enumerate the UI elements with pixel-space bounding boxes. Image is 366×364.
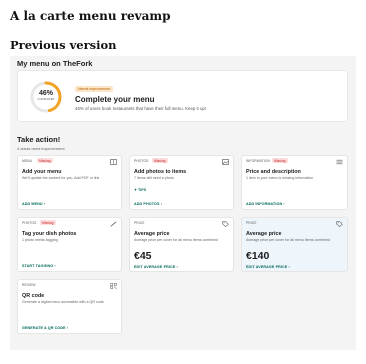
page-title: A la carte menu revamp [10,9,171,23]
gauge-label: COMPLETED [37,98,55,101]
completion-gauge: 46% COMPLETED [29,80,63,114]
complete-menu-card: 46% COMPLETED Needs improvement Complete… [17,70,348,122]
average-price-value: €45 [134,250,152,262]
action-card-information: INFORMATION Missing Price and descriptio… [241,155,348,210]
complete-menu-title: Complete your menu [75,95,155,104]
complete-menu-description: 45% of users book restaurants that have … [75,106,207,111]
link-label: ADD PHOTOS [134,202,160,206]
chevron-right-icon: › [288,265,290,269]
missing-badge: Missing [40,220,56,225]
gauge-ring [30,81,62,113]
action-card-qr-code: REVIEW QR code Generate a digital menu a… [17,279,122,334]
card-type-label: PHOTOS [22,221,37,225]
menu-book-icon [110,159,117,165]
qr-code-icon [110,283,117,289]
take-action-title: Take action! [17,135,61,144]
card-type-label: PHOTOS [134,159,149,163]
chevron-right-icon: › [176,265,178,269]
menu-panel: My menu on TheFork 46% COMPLETED Needs i… [10,56,356,350]
card-description: Average price per cover for all menu ite… [134,238,219,242]
status-badge: Needs improvement [75,86,114,92]
card-description: 1 item in your menu is missing informati… [246,176,314,180]
gauge-percent: 46% [38,90,53,97]
image-icon [222,159,229,165]
chevron-right-icon: › [160,202,162,206]
card-title: Add photos to items [134,169,187,175]
card-description: We'll update the content for you. Add PD… [22,176,100,180]
chevron-right-icon: › [66,326,69,330]
action-card-average-price-alt: PRICE Average price Average price per co… [241,217,348,272]
card-type-label: REVIEW [22,283,36,287]
card-type-label: PRICE [134,221,145,225]
action-card-tag-photos: PHOTOS Missing Tag your dish photos 1 ph… [17,217,122,272]
chevron-right-icon: › [54,264,56,268]
card-type-label: MENU [22,159,33,163]
panel-heading: My menu on TheFork [17,59,93,68]
add-photos-link[interactable]: ADD PHOTOS › [134,202,162,206]
link-label: EDIT AVERAGE PRICE [246,265,288,269]
missing-badge: Missing [37,158,53,163]
link-label: ADD MENU [22,202,43,206]
section-title: Previous version [10,38,117,52]
chevron-right-icon: › [43,202,46,206]
sparkle-icon: ✦ [134,188,138,192]
action-card-photos: PHOTOS Missing Add photos to items 7 ite… [129,155,234,210]
card-title: Average price [134,231,170,237]
card-title: Tag your dish photos [22,231,77,237]
chevron-right-icon: › [283,202,285,206]
link-label: EDIT AVERAGE PRICE [134,265,176,269]
action-card-menu: MENU Missing Add your menu We'll update … [17,155,122,210]
card-title: QR code [22,293,45,299]
generate-qr-code-link[interactable]: GENERATE A QR CODE › [22,326,68,330]
link-label: START TAGGING [22,264,54,268]
missing-badge: Missing [272,158,288,163]
pencil-icon [110,221,117,227]
link-label: GENERATE A QR CODE [22,326,66,330]
edit-average-price-link[interactable]: EDIT AVERAGE PRICE › [246,265,290,269]
start-tagging-link[interactable]: START TAGGING › [22,264,56,268]
edit-average-price-link[interactable]: EDIT AVERAGE PRICE › [134,265,178,269]
tips-label: TIPS [138,188,147,192]
card-title: Add your menu [22,169,62,175]
card-description: 7 items still need a photo [134,176,174,180]
average-price-value: €140 [246,250,270,262]
price-tag-icon [222,221,229,227]
card-type-label: INFORMATION [246,159,270,163]
card-title: Price and description [246,169,301,175]
card-description: Average price per cover for all menu ite… [246,238,331,242]
card-description: Generate a digital menu accessible with … [22,300,104,304]
price-tag-icon [336,221,343,227]
card-description: 1 photo needs tagging [22,238,58,242]
link-label: ADD INFORMATION [246,202,283,206]
card-title: Average price [246,231,282,237]
take-action-subtitle: 4 areas need improvement [17,146,65,151]
tips-link[interactable]: ✦ TIPS [134,188,146,192]
add-menu-link[interactable]: ADD MENU › [22,202,45,206]
card-type-label: PRICE [246,221,257,225]
add-information-link[interactable]: ADD INFORMATION › [246,202,285,206]
list-icon [336,159,343,165]
missing-badge: Missing [152,158,168,163]
action-card-average-price: PRICE Average price Average price per co… [129,217,234,272]
